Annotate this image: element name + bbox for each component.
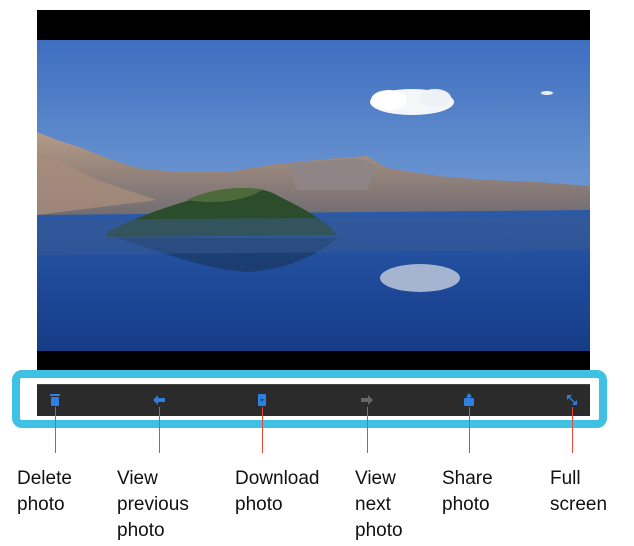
label-share-photo: Share photo <box>442 468 493 515</box>
pointer-line-previous <box>159 407 160 453</box>
pointer-line-delete <box>55 407 56 453</box>
label-download-photo: Download photo <box>235 468 320 515</box>
trash-icon <box>50 394 60 406</box>
label-view-previous-photo: View previous photo <box>117 468 189 541</box>
fullscreen-icon <box>567 395 577 405</box>
pointer-line-download <box>262 407 263 453</box>
label-full-screen: Full screen <box>550 468 608 515</box>
photo-toolbar <box>37 384 590 416</box>
label-delete-photo: Delete photo <box>17 468 72 515</box>
share-icon <box>464 393 474 406</box>
download-icon <box>258 394 266 406</box>
pointer-line-share <box>469 407 470 453</box>
pointer-line-next <box>367 407 368 453</box>
arrow-left-icon <box>153 395 165 405</box>
landscape-photo <box>37 40 590 351</box>
arrow-right-icon <box>361 395 373 405</box>
photo-viewer <box>37 10 590 372</box>
pointer-line-fullscreen <box>572 407 573 453</box>
label-view-next-photo: View next photo <box>355 468 403 541</box>
